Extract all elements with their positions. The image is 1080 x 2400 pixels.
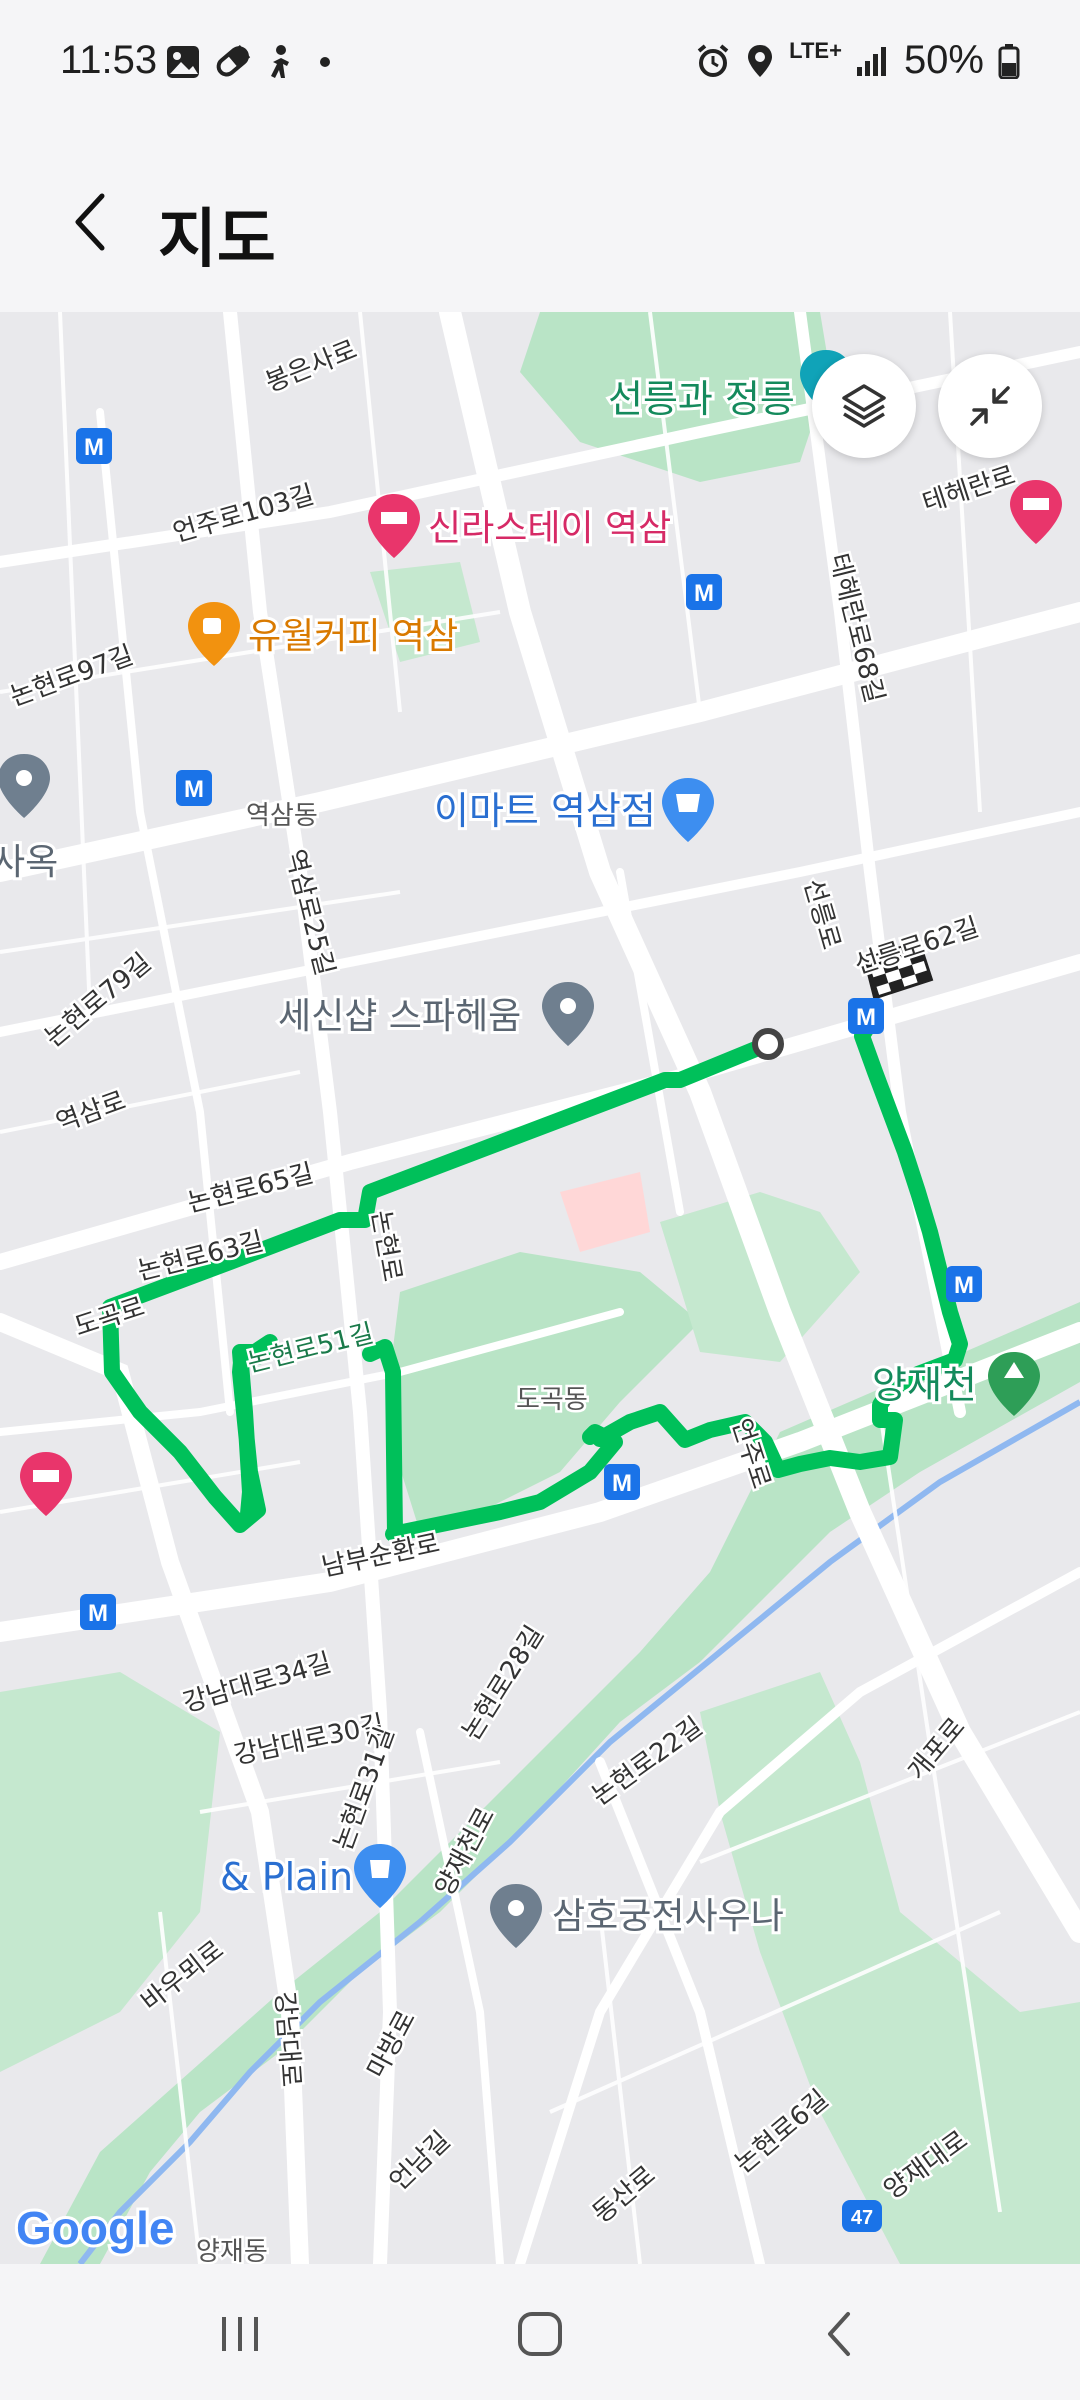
layers-icon	[842, 384, 886, 428]
google-attribution: Google	[16, 2202, 174, 2254]
status-time: 11:53	[60, 38, 158, 82]
label-spa: 세신샵 스파헤움	[278, 996, 521, 1037]
chevron-left-icon	[75, 193, 105, 251]
home-button[interactable]	[480, 2294, 600, 2374]
hotel-right-pin-icon	[1010, 480, 1062, 544]
accessibility-icon	[271, 45, 289, 78]
street-yeoksam25: 역삼로25길	[279, 846, 339, 978]
left-pin-icon	[0, 754, 50, 818]
recent-apps-icon	[222, 2317, 258, 2351]
location-icon	[748, 44, 773, 77]
street-gangnam-daero: 강남대로	[269, 1990, 306, 2088]
street-nonhyeonro: 논현로	[365, 1208, 407, 1284]
hotel-pin-icon	[368, 494, 420, 558]
svg-text:M: M	[184, 776, 204, 803]
map-view[interactable]: M M M M M M M 47 선릉과 정릉 신라스테이 역삼 유월커피 역삼…	[0, 312, 1080, 2264]
street-mabang: 마방로	[362, 2006, 422, 2083]
svg-text:M: M	[84, 434, 104, 461]
route-47-label: 47	[851, 2207, 873, 2229]
route-shield: 47	[842, 2200, 882, 2232]
status-right: LTE+ 50%	[695, 38, 1020, 83]
shopping-pin-icon	[662, 778, 714, 842]
status-bar: 11:53 LTE+ 50%	[0, 0, 1080, 120]
dot-icon	[320, 57, 330, 67]
signal-icon	[856, 46, 886, 76]
street-nonhyeon97: 논현로97길	[6, 640, 137, 712]
back-button[interactable]	[48, 180, 132, 264]
street-yeoksamdong: 역삼동	[246, 801, 318, 831]
label-hotel: 신라스테이 역삼	[428, 508, 671, 549]
street-yangjaedong: 양재동	[196, 2237, 268, 2264]
street-nonhyeon28: 논현로28길	[456, 1621, 550, 1746]
nav-back-button[interactable]	[780, 2294, 900, 2374]
pill-icon	[216, 44, 251, 77]
status-left-icons	[165, 40, 355, 89]
svg-text:M: M	[694, 580, 714, 607]
label-plain: & Plain	[220, 1855, 353, 1899]
alarm-icon	[697, 43, 729, 77]
battery-text: 50%	[903, 38, 984, 82]
system-nav-bar	[0, 2264, 1080, 2400]
street-dogokdong: 도곡동	[516, 1385, 588, 1415]
battery-icon	[998, 43, 1020, 79]
street-eonnam: 언남길	[384, 2126, 456, 2197]
network-type: LTE+	[789, 37, 842, 63]
street-bongeunsa: 봉은사로	[261, 335, 361, 399]
svg-text:M: M	[954, 1272, 974, 1299]
label-royal-tomb: 선릉과 정릉	[608, 377, 795, 421]
street-teheran: 테헤란로	[919, 461, 1019, 519]
route-start-marker	[752, 1028, 784, 1060]
street-yeoksamro: 역삼로	[52, 1086, 130, 1139]
layers-button[interactable]	[812, 354, 916, 458]
svg-text:M: M	[88, 1600, 108, 1627]
home-icon	[518, 2312, 562, 2356]
street-seolleung: 선릉로	[797, 876, 846, 953]
spa-pin-icon	[542, 982, 594, 1046]
collapse-map-button[interactable]	[938, 354, 1042, 458]
recent-apps-button[interactable]	[180, 2294, 300, 2374]
svg-text:M: M	[856, 1004, 876, 1031]
svg-text:M: M	[612, 1470, 632, 1497]
back-icon	[828, 2312, 850, 2356]
street-dongsan: 동산로	[587, 2160, 661, 2229]
app-header: 지도	[0, 120, 1080, 312]
label-stream: 양재천	[872, 1363, 977, 1407]
label-cafe: 유월커피 역삼	[248, 616, 458, 657]
page-title: 지도	[158, 203, 276, 277]
gallery-icon	[167, 46, 199, 78]
street-nonhyeon6: 논현로6길	[729, 2084, 834, 2179]
label-left-partial: 사옥	[0, 842, 58, 883]
label-emart: 이마트 역삼점	[434, 789, 656, 833]
sauna-pin-icon	[490, 1884, 542, 1948]
map-canvas[interactable]: M M M M M M M 47 선릉과 정릉 신라스테이 역삼 유월커피 역삼…	[0, 312, 1080, 2264]
collapse-icon	[970, 386, 1010, 426]
label-sauna: 삼호궁전사우나	[552, 1896, 784, 1937]
